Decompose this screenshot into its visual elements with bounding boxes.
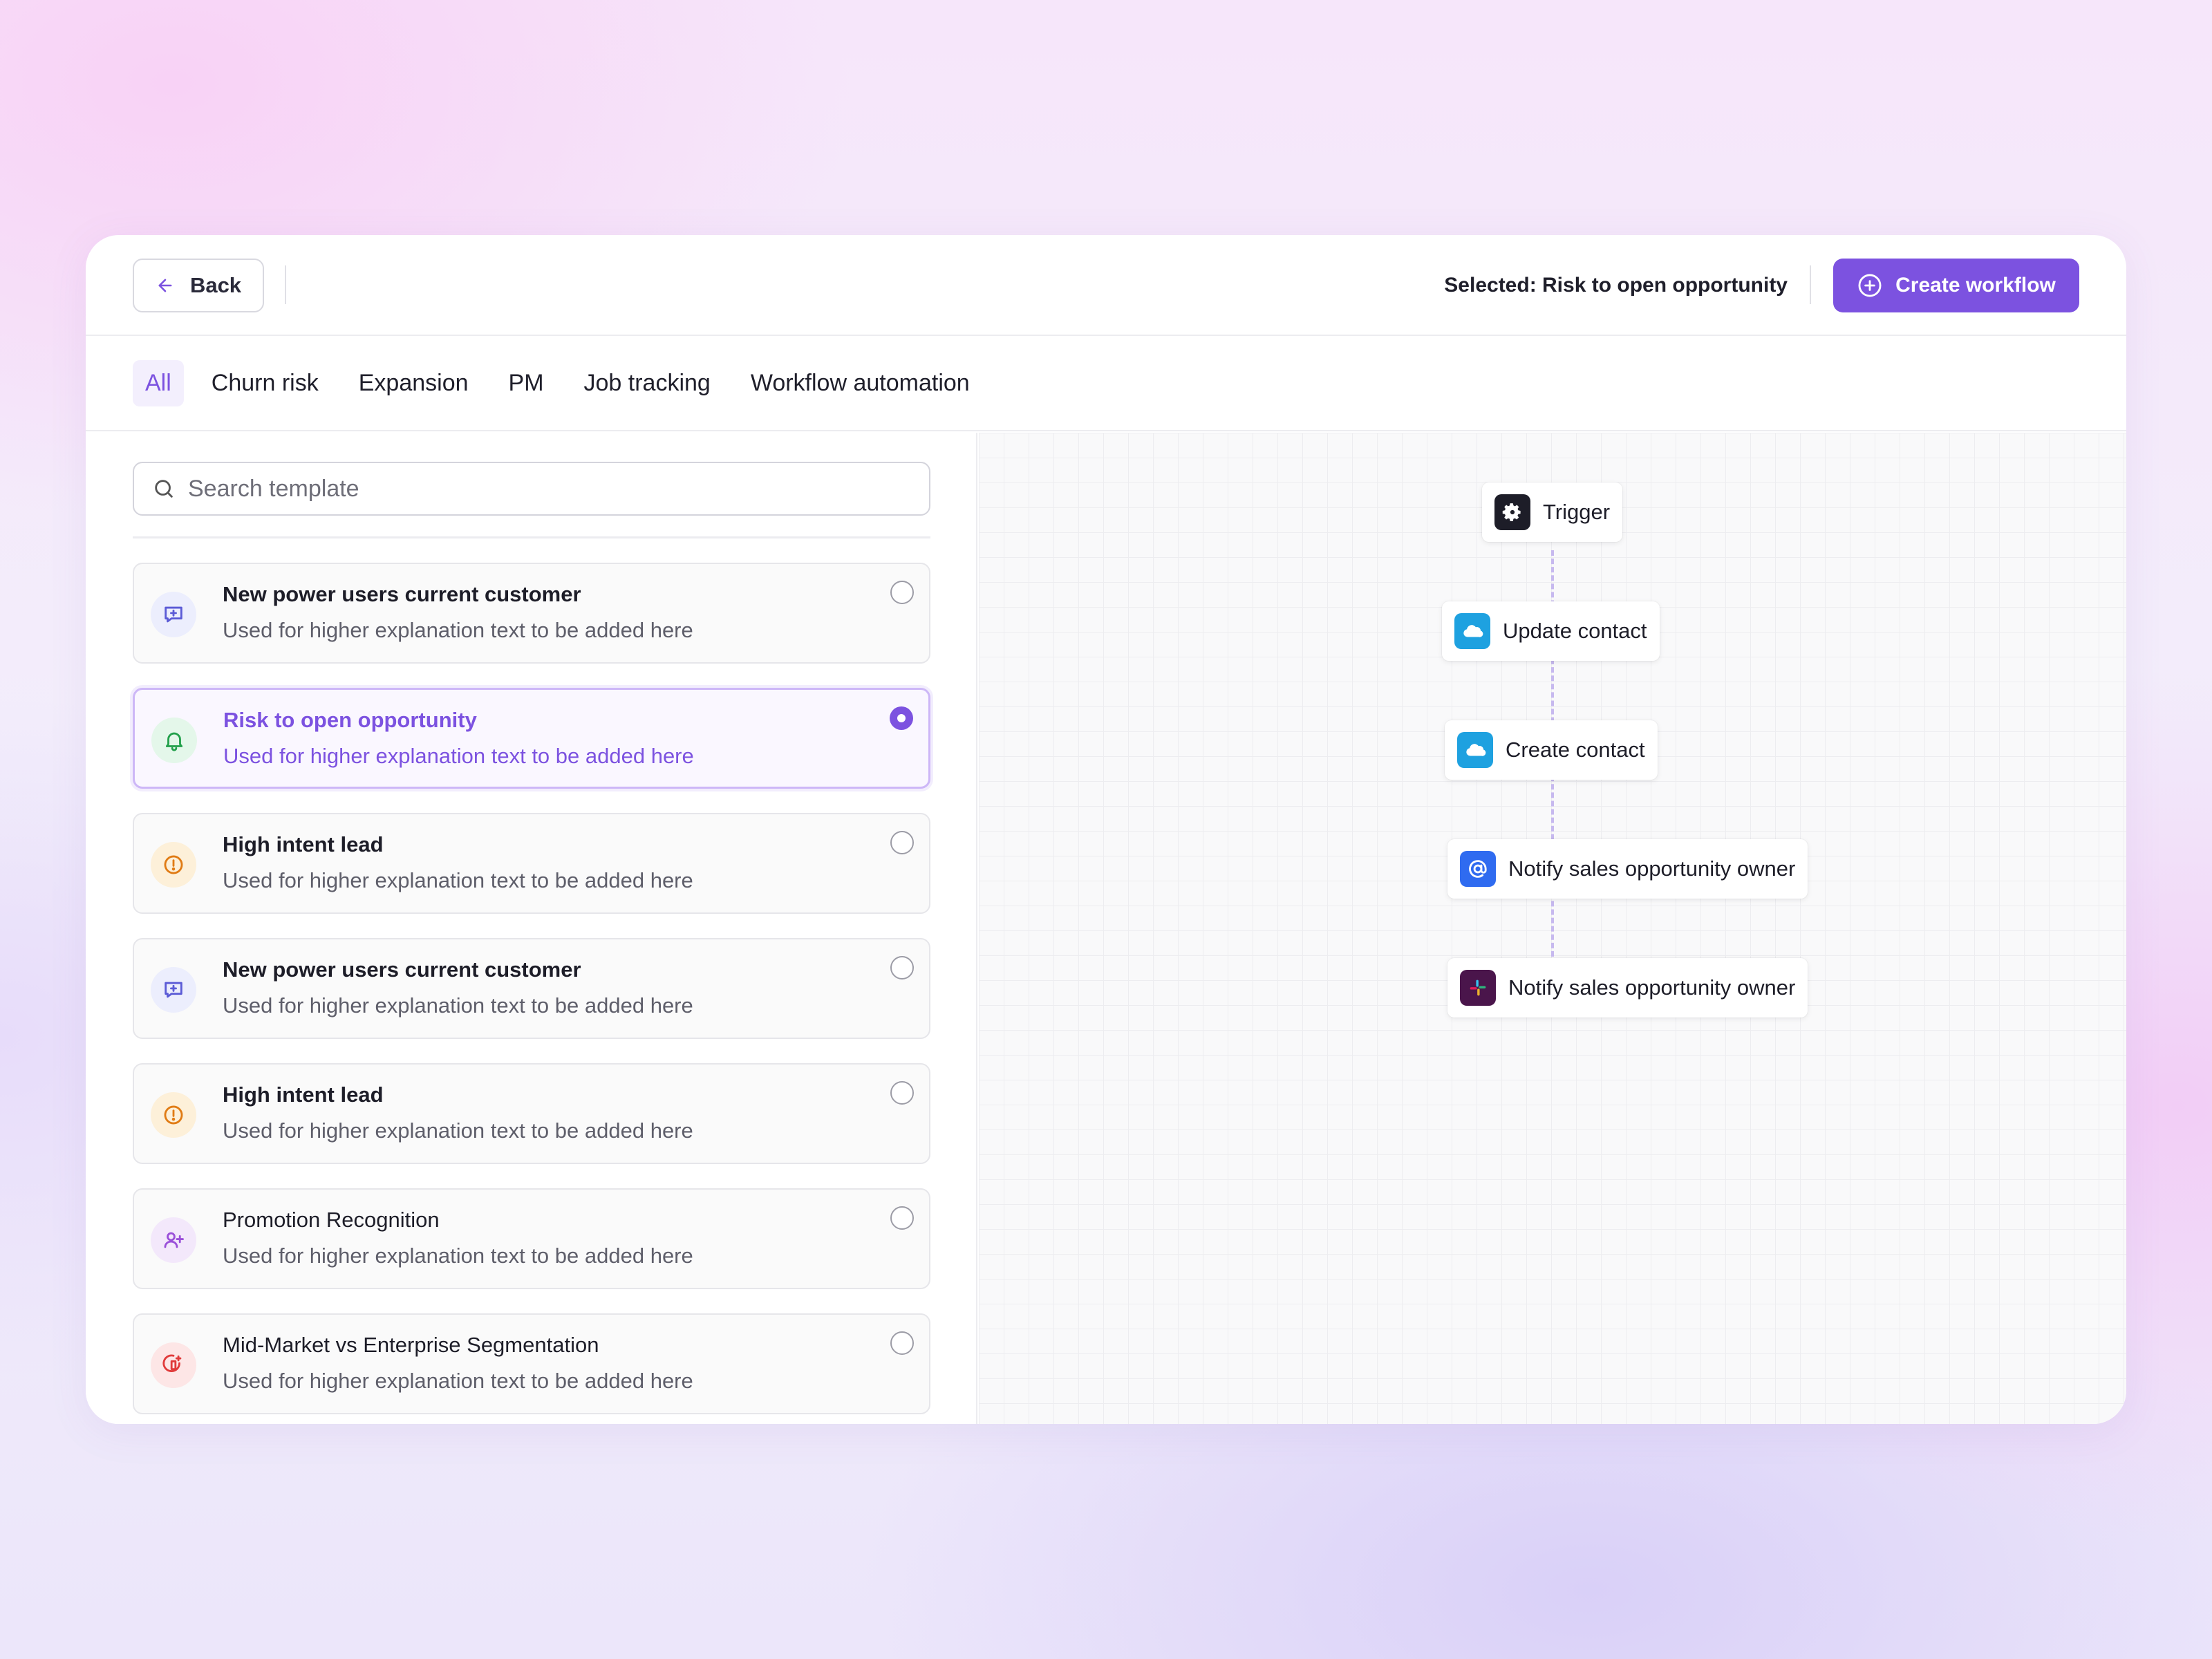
template-title: New power users current customer — [223, 582, 581, 606]
template-item[interactable]: New power users current customer Used fo… — [133, 938, 930, 1039]
create-workflow-button[interactable]: Create workflow — [1833, 259, 2079, 312]
node-label: Update contact — [1503, 619, 1647, 643]
tab-job-tracking[interactable]: Job tracking — [572, 360, 723, 406]
search-icon — [155, 480, 173, 498]
back-label: Back — [189, 273, 242, 297]
template-icon-wrap — [151, 1342, 196, 1388]
search-box[interactable] — [133, 462, 930, 516]
template-item[interactable]: High intent lead Used for higher explana… — [133, 813, 930, 914]
template-description: Used for higher explanation text to be a… — [223, 993, 693, 1018]
node-icon-wrap — [1457, 732, 1493, 768]
salesforce-cloud-icon — [1466, 744, 1486, 756]
template-radio-selected[interactable] — [890, 706, 913, 730]
selected-template-label: Selected: Risk to open opportunity — [1444, 274, 1788, 297]
tab-churn-risk[interactable]: Churn risk — [199, 360, 331, 406]
back-button[interactable]: Back — [133, 259, 264, 312]
tab-pm[interactable]: PM — [496, 360, 556, 406]
template-radio[interactable] — [890, 831, 914, 854]
tab-expansion[interactable]: Expansion — [346, 360, 481, 406]
chat-plus-icon — [165, 982, 182, 998]
template-description: Used for higher explanation text to be a… — [223, 744, 694, 768]
template-item[interactable]: New power users current customer Used fo… — [133, 563, 930, 664]
template-icon-wrap — [151, 718, 197, 763]
arrow-left-icon — [158, 279, 172, 292]
divider — [285, 265, 286, 304]
bell-icon — [165, 732, 183, 751]
node-label: Trigger — [1543, 500, 1611, 524]
divider — [133, 536, 930, 538]
template-icon-wrap — [151, 967, 196, 1013]
divider — [1810, 265, 1811, 304]
workflow-node-create-contact[interactable]: Create contact — [1445, 720, 1658, 780]
salesforce-cloud-icon — [1463, 625, 1483, 637]
node-label: Notify sales opportunity owner — [1508, 856, 1796, 881]
plus-circle-icon — [1858, 274, 1882, 297]
template-item[interactable]: Risk to open opportunity Used for higher… — [133, 688, 930, 789]
workflow-template-modal: Back Selected: Risk to open opportunity … — [86, 235, 2126, 1424]
category-tabs: All Churn risk Expansion PM Job tracking… — [86, 336, 2126, 431]
node-label: Create contact — [1506, 738, 1645, 762]
template-icon-wrap — [151, 842, 196, 888]
node-label: Notify sales opportunity owner — [1508, 975, 1796, 1000]
create-workflow-label: Create workflow — [1895, 274, 2056, 297]
node-icon-wrap — [1494, 494, 1530, 530]
template-title: Mid-Market vs Enterprise Segmentation — [223, 1333, 599, 1357]
template-icon-wrap — [151, 592, 196, 637]
template-title: Risk to open opportunity — [223, 708, 477, 732]
search-input[interactable] — [188, 475, 907, 503]
template-list: New power users current customer Used fo… — [133, 563, 930, 1424]
top-bar: Back Selected: Risk to open opportunity … — [86, 235, 2126, 336]
user-plus-icon — [164, 1232, 184, 1248]
template-item[interactable]: High intent lead Used for higher explana… — [133, 1063, 930, 1164]
node-icon-wrap — [1460, 851, 1496, 887]
workflow-node-trigger[interactable]: Trigger — [1482, 482, 1623, 542]
template-title: High intent lead — [223, 832, 384, 856]
template-description: Used for higher explanation text to be a… — [223, 1244, 693, 1268]
template-radio[interactable] — [890, 1206, 914, 1230]
alert-circle-icon — [164, 1105, 183, 1125]
template-icon-wrap — [151, 1217, 196, 1263]
node-icon-wrap — [1460, 970, 1496, 1006]
template-radio[interactable] — [890, 1081, 914, 1105]
template-description: Used for higher explanation text to be a… — [223, 1118, 693, 1143]
workflow-node-notify-slack[interactable]: Notify sales opportunity owner — [1447, 958, 1808, 1018]
template-radio[interactable] — [890, 956, 914, 980]
template-title: New power users current customer — [223, 957, 581, 982]
template-list-panel: New power users current customer Used fo… — [86, 433, 977, 1424]
segment-icon — [162, 1354, 182, 1372]
at-sign-icon — [1469, 860, 1487, 878]
template-title: Promotion Recognition — [223, 1208, 440, 1232]
template-item[interactable]: Promotion Recognition Used for higher ex… — [133, 1188, 930, 1289]
alert-circle-icon — [164, 855, 183, 874]
template-description: Used for higher explanation text to be a… — [223, 1369, 693, 1393]
template-icon-wrap — [151, 1092, 196, 1138]
template-title: High intent lead — [223, 1082, 384, 1107]
template-radio[interactable] — [890, 1331, 914, 1355]
workflow-node-update-contact[interactable]: Update contact — [1442, 601, 1660, 661]
workflow-node-notify-email[interactable]: Notify sales opportunity owner — [1447, 839, 1808, 899]
slack-icon — [1470, 980, 1486, 996]
tab-workflow-automation[interactable]: Workflow automation — [738, 360, 982, 406]
gear-icon — [1502, 503, 1521, 521]
template-item[interactable]: Mid-Market vs Enterprise Segmentation Us… — [133, 1313, 930, 1414]
template-description: Used for higher explanation text to be a… — [223, 618, 693, 642]
workflow-preview-canvas: Trigger Update contact Create contact No… — [979, 433, 2126, 1424]
node-icon-wrap — [1454, 613, 1490, 649]
chat-plus-icon — [165, 606, 182, 623]
template-description: Used for higher explanation text to be a… — [223, 868, 693, 892]
template-radio[interactable] — [890, 581, 914, 604]
tab-all[interactable]: All — [133, 359, 184, 406]
